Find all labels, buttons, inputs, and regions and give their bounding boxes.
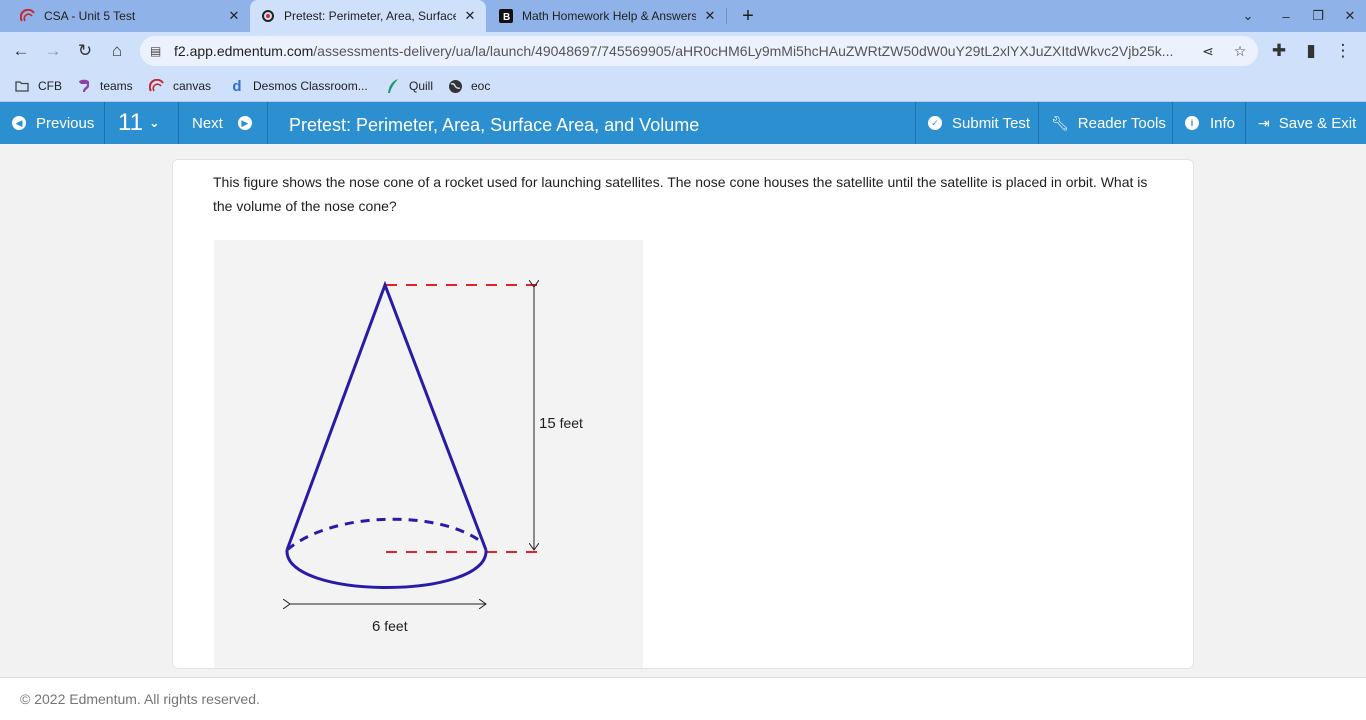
globe-icon: [447, 78, 463, 94]
toolbar-divider: [267, 102, 268, 144]
wrench-icon: 🔧︎: [1051, 114, 1069, 131]
info-button[interactable]: i Info: [1185, 102, 1235, 144]
toolbar-divider: [178, 102, 179, 144]
info-icon: i: [1185, 116, 1199, 130]
teams-icon: [76, 78, 92, 94]
bookmark-eoc[interactable]: eoc: [447, 76, 490, 96]
height-label: 15 feet: [539, 415, 583, 432]
toolbar-divider: [1245, 102, 1246, 144]
arrow-left-circle-icon: ◀: [12, 116, 26, 130]
next-button[interactable]: Next ▶: [192, 102, 252, 144]
cone-diagram: [214, 240, 539, 669]
arrow-right-circle-icon: ▶: [237, 116, 252, 130]
cone-sides: [285, 280, 488, 551]
toolbar-divider: [1038, 102, 1039, 144]
toolbar-divider: [104, 102, 105, 144]
bookmark-quill[interactable]: Quill: [385, 76, 433, 96]
check-circle-icon: ✓: [928, 116, 942, 130]
share-icon[interactable]: ⋖: [1198, 41, 1218, 61]
tab-title: CSA - Unit 5 Test: [44, 9, 136, 23]
diameter-label: 6 feet: [372, 618, 408, 635]
site-info-icon[interactable]: ▤: [150, 44, 170, 58]
chevron-down-icon: ⌄: [148, 115, 160, 130]
menu-icon[interactable]: ⋮: [1330, 38, 1356, 64]
cone-back-edge: [286, 517, 485, 552]
edmentum-icon: [260, 8, 276, 24]
reload-icon[interactable]: ↻: [72, 38, 98, 64]
close-icon[interactable]: ✕: [226, 8, 242, 24]
submit-test-button[interactable]: ✓ Submit Test: [928, 102, 1030, 144]
desmos-icon: d: [232, 77, 242, 95]
question-text: This figure shows the nose cone of a roc…: [213, 174, 1148, 214]
forward-icon[interactable]: →: [40, 38, 66, 64]
copyright-text: © 2022 Edmentum. All rights reserved.: [20, 691, 260, 707]
home-icon[interactable]: ⌂: [104, 38, 130, 64]
bookmark-star-icon[interactable]: ☆: [1230, 41, 1250, 61]
tab-separator: [726, 8, 727, 24]
address-bar[interactable]: ▤ f2.app.edmentum.com/assessments-delive…: [140, 36, 1258, 66]
minimize-icon[interactable]: –: [1274, 4, 1298, 28]
page-title: Pretest: Perimeter, Area, Surface Area, …: [289, 114, 700, 135]
page-footer: © 2022 Edmentum. All rights reserved.: [0, 677, 1366, 720]
cone-base-front: [285, 549, 488, 589]
brainly-icon: B: [498, 8, 514, 24]
cfb-icon: [20, 8, 36, 24]
tab-pretest[interactable]: Pretest: Perimeter, Area, Surface ✕: [250, 0, 486, 32]
tab-title: Pretest: Perimeter, Area, Surface: [284, 9, 456, 23]
bookmark-desmos[interactable]: d Desmos Classroom...: [229, 76, 367, 96]
reader-tools-button[interactable]: 🔧︎ Reader Tools: [1051, 102, 1166, 144]
browser-toolbar: ← → ↻ ⌂ ▤ f2.app.edmentum.com/assessment…: [0, 32, 1366, 70]
bookmark-cfb[interactable]: CFB: [14, 76, 62, 96]
extensions-icon[interactable]: ✚: [1266, 38, 1292, 64]
previous-button[interactable]: ◀ Previous: [12, 102, 94, 144]
bookmark-teams[interactable]: teams: [76, 76, 133, 96]
tab-math-homework[interactable]: B Math Homework Help & Answers ✕: [488, 0, 724, 32]
assessment-toolbar: ◀ Previous 11 ⌄ Next ▶ Pretest: Perimete…: [0, 102, 1366, 144]
svg-text:B: B: [503, 12, 510, 23]
question-number-dropdown[interactable]: 11 ⌄: [118, 102, 160, 144]
close-icon[interactable]: ✕: [702, 8, 718, 24]
tab-strip: CSA - Unit 5 Test ✕ Pretest: Perimeter, …: [0, 0, 1366, 32]
new-tab-icon[interactable]: +: [736, 4, 760, 28]
url-text[interactable]: f2.app.edmentum.com/assessments-delivery…: [174, 43, 1184, 59]
question-card: This figure shows the nose cone of a roc…: [172, 159, 1194, 669]
cfb-icon: [149, 78, 165, 94]
bookmark-canvas[interactable]: canvas: [149, 76, 211, 96]
close-icon[interactable]: ✕: [462, 8, 478, 24]
tab-title: Math Homework Help & Answers: [522, 9, 696, 23]
toolbar-divider: [1172, 102, 1173, 144]
save-exit-button[interactable]: ⇥ Save & Exit: [1258, 102, 1356, 144]
cone-figure: 15 feet 6 feet: [214, 240, 643, 669]
side-panel-icon[interactable]: ▮: [1298, 38, 1324, 64]
bookmarks-bar: CFB teams canvas d Desmos Classroom... Qu…: [0, 70, 1366, 102]
tab-search-icon[interactable]: ⌄: [1236, 4, 1260, 28]
quill-icon: [385, 78, 401, 94]
back-icon[interactable]: ←: [8, 38, 34, 64]
sign-out-icon: ⇥: [1258, 114, 1270, 131]
tab-csa-unit-5[interactable]: CSA - Unit 5 Test ✕: [12, 0, 248, 32]
toolbar-divider: [915, 102, 916, 144]
restore-icon[interactable]: ❐: [1306, 4, 1330, 28]
window-close-icon[interactable]: ✕: [1338, 4, 1362, 28]
folder-icon: [14, 78, 30, 94]
